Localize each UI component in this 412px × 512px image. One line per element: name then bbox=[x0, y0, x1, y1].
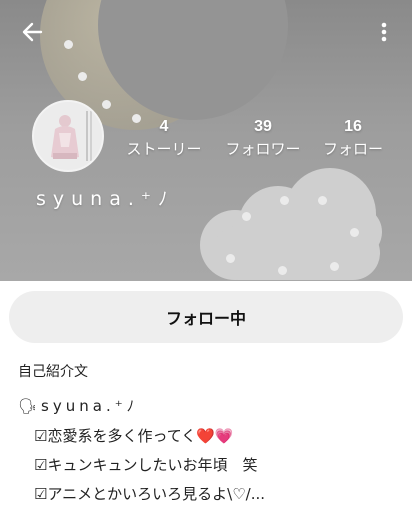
following-count: 16 bbox=[344, 118, 362, 135]
bio-line: ☑恋愛系を多く作ってく❤️💗 bbox=[34, 427, 234, 445]
cloud-lamp-decoration bbox=[200, 168, 382, 280]
profile-body: フォロー中 自己紹介文 🗣syuna.⁺ﾉ ☑恋愛系を多く作ってく❤️💗 ☑キュ… bbox=[0, 281, 412, 512]
bio-line: ☑キュンキュンしたいお年頃 笑 bbox=[34, 456, 258, 474]
more-options-button[interactable] bbox=[372, 16, 396, 48]
username: syuna.⁺ﾉ bbox=[36, 188, 175, 210]
followers-count: 39 bbox=[254, 118, 272, 135]
following-button[interactable]: フォロー中 bbox=[9, 291, 403, 343]
stories-count: 4 bbox=[159, 118, 169, 135]
arrow-left-icon bbox=[22, 22, 43, 42]
bio-line: ☑アニメとかいろいろ見るよ\♡/... bbox=[34, 485, 266, 503]
stories-label: ストーリー bbox=[126, 140, 202, 158]
bio-title: 自己紹介文 bbox=[18, 364, 88, 380]
profile-avatar bbox=[35, 103, 101, 169]
following-label: フォロー bbox=[322, 140, 383, 158]
avatar[interactable] bbox=[32, 100, 104, 172]
bio-line: 🗣syuna.⁺ﾉ bbox=[18, 397, 139, 415]
profile-header: 4 ストーリー 39 フォロワー 16 フォロー syuna.⁺ﾉ bbox=[0, 0, 412, 281]
stat-followers[interactable]: 39 フォロワー bbox=[218, 116, 308, 159]
more-vertical-icon bbox=[381, 22, 387, 42]
back-button[interactable] bbox=[14, 16, 50, 48]
stat-stories[interactable]: 4 ストーリー bbox=[120, 116, 208, 159]
followers-label: フォロワー bbox=[225, 140, 301, 158]
stat-following[interactable]: 16 フォロー bbox=[316, 116, 390, 159]
